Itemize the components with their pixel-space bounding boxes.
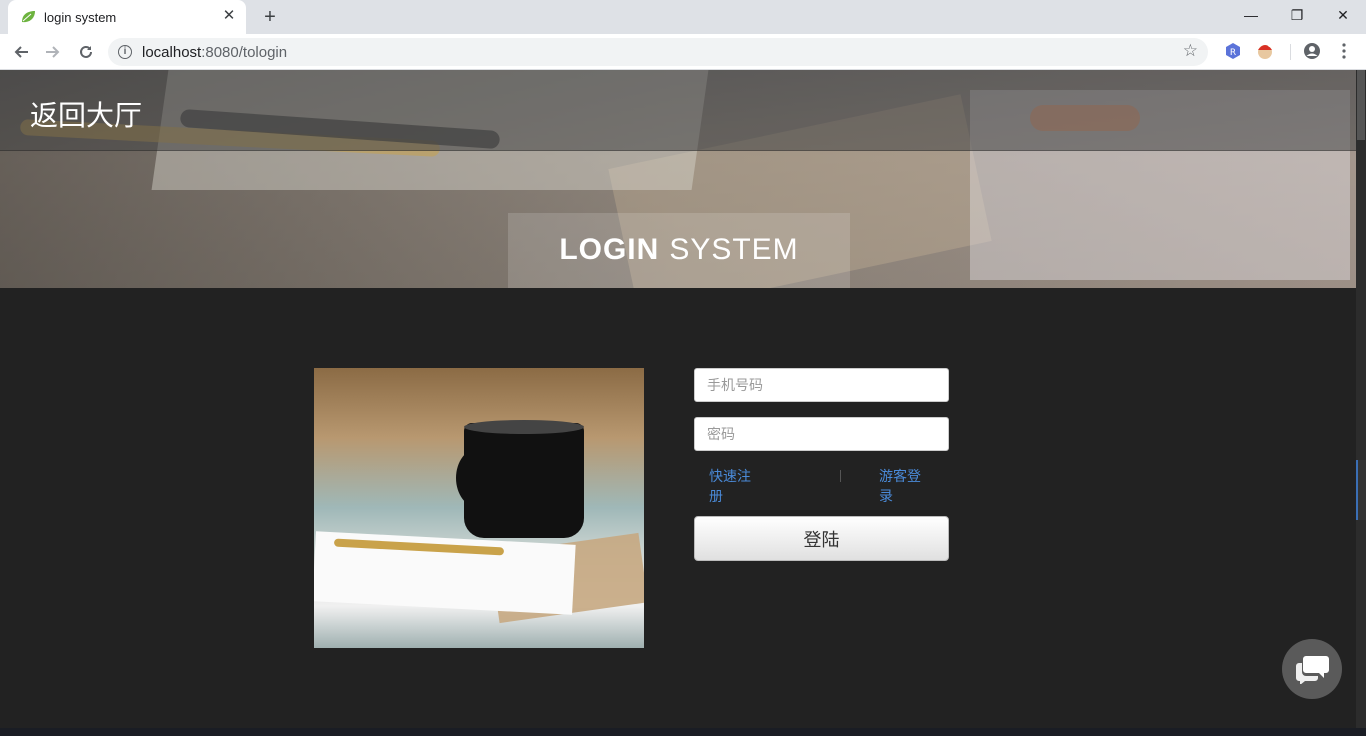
phone-input[interactable] [694, 368, 949, 402]
page-top-bar: 返回大厅 [0, 70, 1356, 151]
new-tab-button[interactable]: + [260, 6, 280, 28]
login-button[interactable]: 登陆 [694, 516, 949, 561]
url-text: localhost:8080/tologin [142, 44, 287, 61]
scrollbar-thumb[interactable] [1357, 70, 1365, 140]
extension-r-icon[interactable]: R [1224, 42, 1242, 60]
address-bar[interactable]: i localhost:8080/tologin ☆ [108, 38, 1208, 66]
page-title: LOGIN SYSTEM [508, 233, 850, 267]
photo-shape [464, 423, 584, 538]
url-host: localhost [142, 44, 202, 61]
guest-login-link[interactable]: 游客登录 [879, 466, 929, 506]
back-to-hall-link[interactable]: 返回大厅 [30, 94, 142, 134]
svg-text:R: R [1230, 48, 1236, 58]
info-icon[interactable]: i [118, 45, 132, 59]
reload-icon[interactable] [73, 39, 99, 65]
leaf-favicon-icon [22, 11, 35, 23]
browser-tab-bar: login system ✕ + — ❐ ✕ [0, 0, 1366, 34]
browser-toolbar: i localhost:8080/tologin ☆ R [0, 34, 1366, 70]
password-input[interactable] [694, 417, 949, 451]
close-window-button[interactable]: ✕ [1320, 0, 1366, 32]
star-icon[interactable]: ☆ [1183, 41, 1198, 61]
tab-title: login system [44, 10, 117, 25]
chat-button[interactable] [1282, 639, 1342, 699]
photo-shape [464, 420, 584, 434]
page-scrollbar[interactable] [1356, 70, 1366, 728]
hero-banner: 返回大厅 LOGIN SYSTEM [0, 70, 1356, 288]
restore-button[interactable]: ❐ [1274, 0, 1320, 32]
back-arrow-icon[interactable] [8, 39, 34, 65]
menu-icon[interactable] [1335, 42, 1353, 60]
forward-arrow-icon[interactable] [40, 39, 66, 65]
form-links: 快速注册 游客登录 [694, 466, 949, 514]
title-light: SYSTEM [669, 233, 799, 266]
login-title-box: LOGIN SYSTEM [508, 213, 850, 288]
os-taskbar [0, 728, 1366, 736]
page-viewport: 返回大厅 LOGIN SYSTEM 快速注册 游客登录 登陆 [0, 70, 1356, 728]
minimize-button[interactable]: — [1228, 0, 1274, 32]
login-photo [314, 368, 644, 648]
extension-avatar-icon[interactable] [1256, 42, 1274, 60]
profile-icon[interactable] [1303, 42, 1321, 60]
title-bold: LOGIN [559, 233, 660, 266]
scrollbar-marker [1356, 460, 1366, 520]
toolbar-divider [1290, 44, 1291, 60]
browser-tab[interactable]: login system ✕ [8, 0, 246, 34]
login-form: 快速注册 游客登录 登陆 [694, 368, 949, 561]
chat-bubbles-icon [1296, 656, 1329, 684]
tab-close-icon[interactable]: ✕ [220, 7, 238, 25]
quick-register-link[interactable]: 快速注册 [709, 466, 759, 506]
link-separator [840, 470, 841, 482]
url-path: :8080/tologin [201, 44, 288, 61]
